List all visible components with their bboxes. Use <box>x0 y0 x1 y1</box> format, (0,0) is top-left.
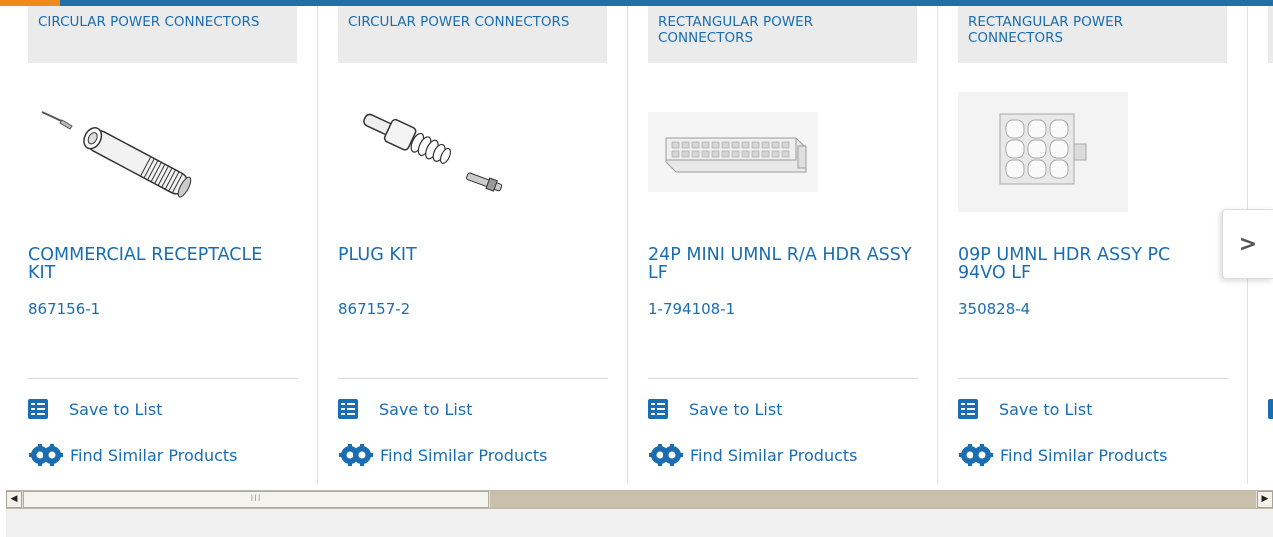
find-similar-products-button[interactable]: Find Similar Products <box>648 444 858 466</box>
save-to-list-button-partial[interactable] <box>1268 399 1273 419</box>
save-to-list-label: Save to List <box>69 399 163 419</box>
product-category-partial[interactable] <box>1268 6 1273 63</box>
product-title[interactable]: 09P UMNL HDR ASSY PC 94VO LF <box>958 246 1223 282</box>
gears-icon <box>29 444 63 466</box>
scroll-left-arrow-icon[interactable]: ◀ <box>6 491 22 508</box>
product-part-number[interactable]: 867156-1 <box>28 300 100 318</box>
scrollbar-track[interactable] <box>490 491 1256 508</box>
find-similar-products-button[interactable]: Find Similar Products <box>958 444 1168 466</box>
find-similar-label: Find Similar Products <box>690 445 858 465</box>
product-carousel: CIRCULAR POWER CONNECTORS COMMERCIAL REC… <box>8 6 1273 484</box>
chevron-right-icon: > <box>1238 231 1258 257</box>
card-divider <box>28 378 298 379</box>
header-9p-image[interactable] <box>958 92 1128 212</box>
checklist-icon <box>1268 399 1273 419</box>
product-part-number[interactable]: 1-794108-1 <box>648 300 735 318</box>
card-divider <box>648 378 918 379</box>
checklist-icon <box>28 399 48 419</box>
horizontal-scrollbar[interactable]: ◀ III ▶ <box>6 490 1273 509</box>
save-to-list-label: Save to List <box>999 399 1093 419</box>
save-to-list-button[interactable]: Save to List <box>648 399 782 419</box>
find-similar-products-button[interactable]: Find Similar Products <box>338 444 548 466</box>
product-category[interactable]: RECTANGULAR POWER CONNECTORS <box>648 6 917 63</box>
product-title[interactable]: 24P MINI UMNL R/A HDR ASSY LF <box>648 246 913 282</box>
product-category[interactable]: RECTANGULAR POWER CONNECTORS <box>958 6 1227 63</box>
scrollbar-thumb[interactable]: III <box>23 491 489 508</box>
product-card: RECTANGULAR POWER CONNECTORS <box>628 6 938 484</box>
product-card: CIRCULAR POWER CONNECTORS <box>8 6 318 484</box>
bottom-panel <box>6 509 1273 537</box>
product-part-number[interactable]: 867157-2 <box>338 300 410 318</box>
save-to-list-button[interactable]: Save to List <box>958 399 1092 419</box>
gears-icon <box>339 444 373 466</box>
product-title[interactable]: PLUG KIT <box>338 246 603 264</box>
gears-icon <box>649 444 683 466</box>
save-to-list-label: Save to List <box>689 399 783 419</box>
product-card: RECTANGULAR POWER CONNECTORS <box>938 6 1248 484</box>
header-24p-image[interactable] <box>648 92 818 212</box>
scroll-right-arrow-icon[interactable]: ▶ <box>1257 491 1273 508</box>
page: CIRCULAR POWER CONNECTORS COMMERCIAL REC… <box>0 0 1273 537</box>
gears-icon <box>959 444 993 466</box>
find-similar-products-button[interactable]: Find Similar Products <box>28 444 238 466</box>
product-card: CIRCULAR POWER CONNECTORS <box>318 6 628 484</box>
find-similar-label: Find Similar Products <box>70 445 238 465</box>
plug-kit-image[interactable] <box>338 92 508 212</box>
save-to-list-button[interactable]: Save to List <box>28 399 162 419</box>
product-part-number[interactable]: 350828-4 <box>958 300 1030 318</box>
receptacle-kit-image[interactable] <box>28 92 198 212</box>
save-to-list-button[interactable]: Save to List <box>338 399 472 419</box>
scrollbar-grip: III <box>250 494 262 504</box>
product-category[interactable]: CIRCULAR POWER CONNECTORS <box>28 6 297 63</box>
carousel-track: CIRCULAR POWER CONNECTORS COMMERCIAL REC… <box>8 6 1273 484</box>
product-category[interactable]: CIRCULAR POWER CONNECTORS <box>338 6 607 63</box>
carousel-next-button[interactable]: > <box>1222 209 1273 279</box>
checklist-icon <box>648 399 668 419</box>
card-divider <box>338 378 608 379</box>
find-similar-label: Find Similar Products <box>380 445 548 465</box>
find-similar-label: Find Similar Products <box>1000 445 1168 465</box>
save-to-list-label: Save to List <box>379 399 473 419</box>
checklist-icon <box>338 399 358 419</box>
card-divider <box>958 378 1228 379</box>
product-title[interactable]: COMMERCIAL RECEPTACLE KIT <box>28 246 293 282</box>
checklist-icon <box>958 399 978 419</box>
